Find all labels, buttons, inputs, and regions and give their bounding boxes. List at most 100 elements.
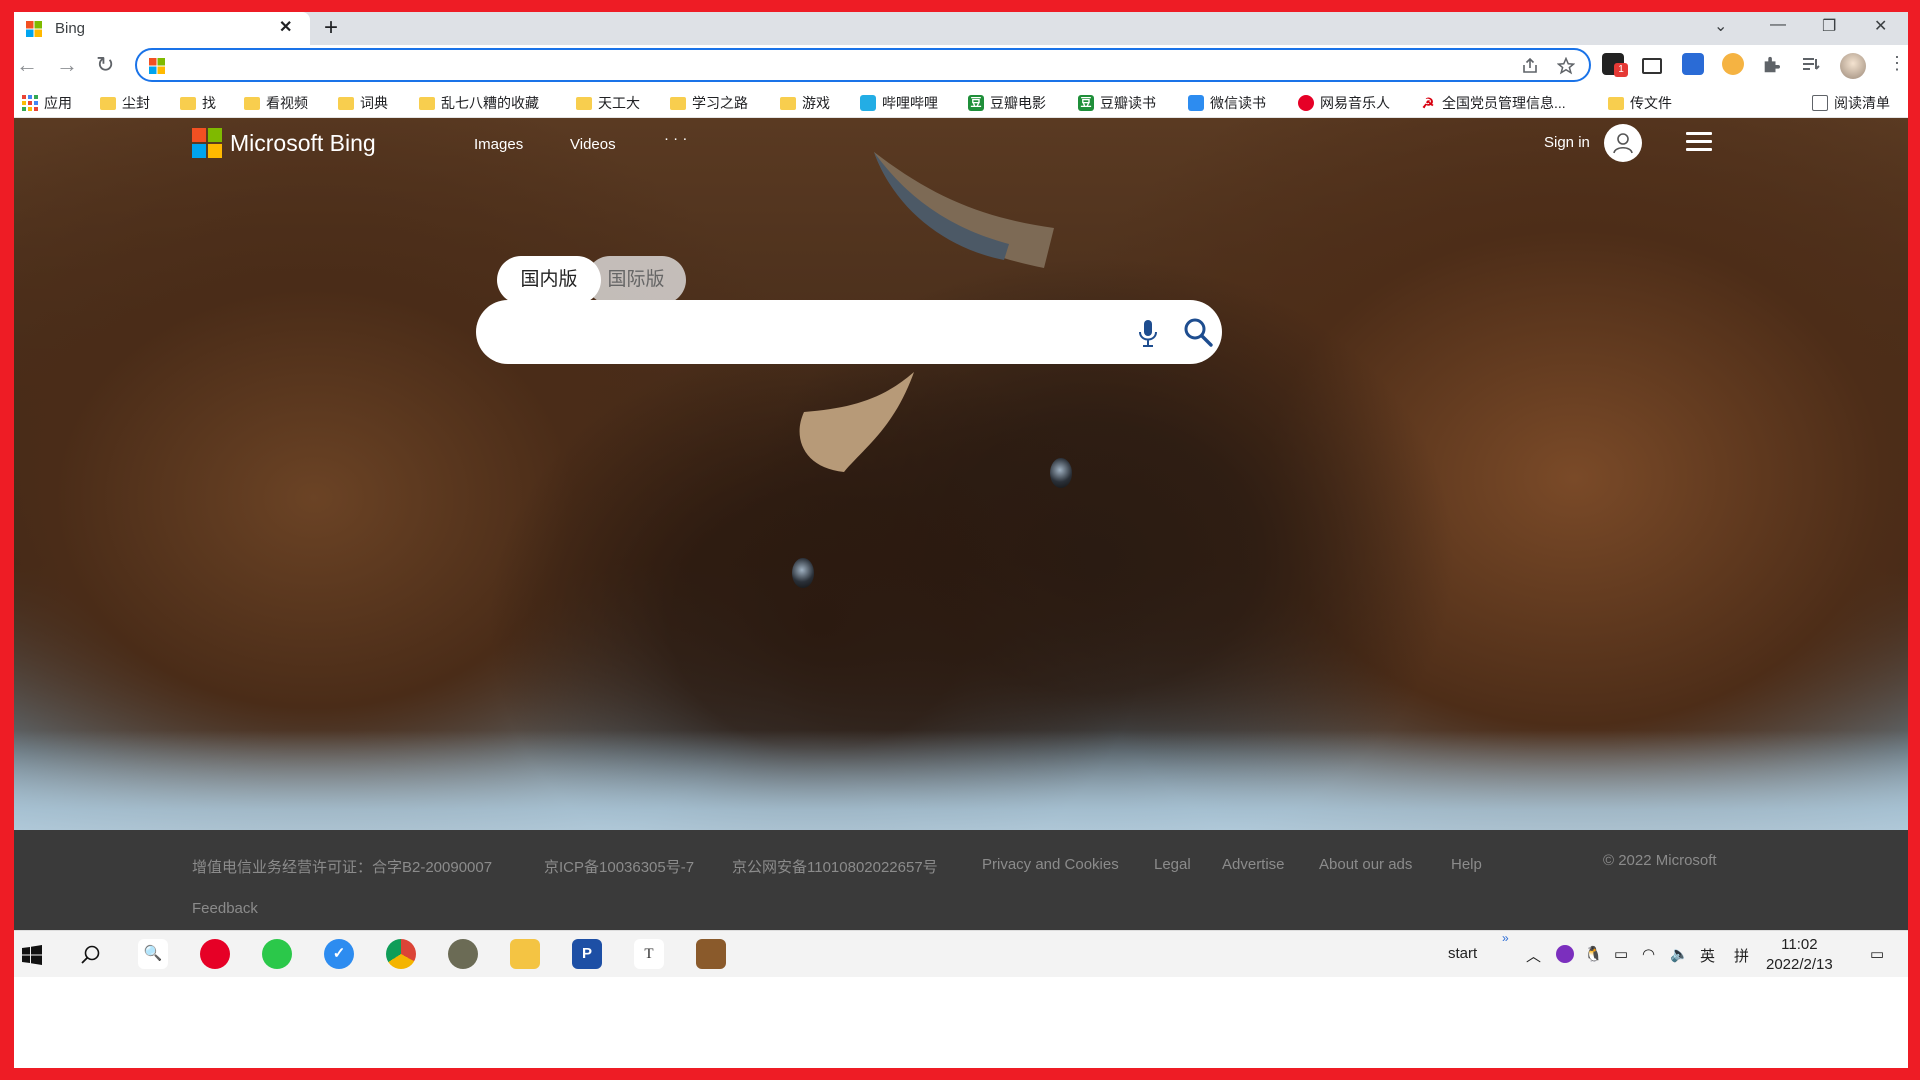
microphone-icon[interactable] [1138, 318, 1158, 348]
search-input[interactable] [502, 318, 1106, 348]
windows-taskbar: 🔍 ✓ P T start » ︿ 🐧 ▭ ◠ 🔈 英 拼 11:02 2022… [14, 930, 1908, 977]
vpn-app-icon[interactable]: ✓ [324, 939, 354, 969]
minimize-button[interactable]: — [1770, 16, 1786, 34]
typora-icon[interactable]: T [634, 939, 664, 969]
search-box[interactable] [476, 300, 1222, 364]
show-hidden-icons-icon[interactable]: ︿ [1526, 945, 1541, 966]
wifi-icon[interactable]: ◠ [1642, 945, 1655, 963]
reading-mode-icon[interactable] [1802, 57, 1820, 73]
menu-kebab-icon[interactable]: ⋮ [1888, 53, 1906, 74]
footer-about-ads-link[interactable]: About our ads [1319, 856, 1412, 873]
bookmark-star-icon[interactable] [1557, 57, 1575, 75]
tray-start-label[interactable]: start [1448, 945, 1477, 962]
bookmark-apps[interactable]: 应用 [22, 93, 72, 113]
ime-indicator[interactable]: 拼 [1734, 945, 1749, 966]
bookmark-weread[interactable]: 微信读书 [1188, 93, 1266, 113]
volume-icon[interactable]: 🔈 [1670, 945, 1689, 963]
user-avatar-icon[interactable] [1604, 124, 1642, 162]
tab-bing[interactable]: Bing ✕ [14, 12, 310, 45]
footer-help-link[interactable]: Help [1451, 856, 1482, 873]
bookmark-label: 传文件 [1630, 95, 1672, 111]
vpn-tray-icon[interactable] [1556, 945, 1574, 963]
bookmark-douban-movie[interactable]: 豆豆瓣电影 [968, 93, 1046, 113]
bookmark-label: 看视频 [266, 95, 308, 111]
bookmark-label: 学习之路 [692, 95, 748, 111]
netease-music-icon [1298, 95, 1314, 111]
restore-button[interactable]: ❐ [1822, 16, 1836, 36]
address-input[interactable] [177, 54, 1481, 78]
bilibili-icon [860, 95, 876, 111]
back-button[interactable]: ← [16, 52, 38, 78]
bookmark-folder[interactable]: 尘封 [100, 93, 150, 113]
nav-images[interactable]: Images [474, 136, 523, 153]
tray-expand-chevron[interactable]: » [1502, 931, 1509, 945]
user-app-icon[interactable] [448, 939, 478, 969]
nav-videos[interactable]: Videos [570, 136, 616, 153]
clock-time: 11:02 [1781, 936, 1818, 953]
bookmark-label: 微信读书 [1210, 95, 1266, 111]
profile-avatar[interactable] [1840, 53, 1866, 79]
wechat-icon[interactable] [262, 939, 292, 969]
file-explorer-icon[interactable] [510, 939, 540, 969]
bookmark-folder[interactable]: 学习之路 [670, 93, 748, 113]
bing-logo-text: Microsoft Bing [230, 129, 376, 156]
close-window-button[interactable]: ✕ [1874, 16, 1887, 36]
windows-start-icon[interactable] [22, 945, 42, 965]
bing-logo[interactable]: Microsoft Bing [192, 128, 376, 158]
tab-domestic[interactable]: 国内版 [497, 256, 601, 304]
apps-grid-icon [22, 95, 38, 111]
nav-more[interactable]: · · · [664, 130, 687, 147]
bookmark-folder[interactable]: 词典 [338, 93, 388, 113]
share-icon[interactable] [1521, 57, 1539, 75]
bookmark-netease-music[interactable]: 网易音乐人 [1298, 93, 1390, 113]
bing-homepage: Microsoft Bing Images Videos · · · Sign … [14, 118, 1908, 930]
forward-button[interactable]: → [56, 52, 78, 78]
sign-in-link[interactable]: Sign in [1544, 134, 1590, 151]
browser-window: Bing ✕ + ⌄ — ❐ ✕ ← → ↻ 1 ⋮ 应用 尘封 找 看视频 词… [14, 12, 1908, 1068]
tab-strip: Bing ✕ + ⌄ — ❐ ✕ [14, 12, 1908, 45]
hamburger-menu-icon[interactable] [1686, 132, 1712, 152]
bookmark-folder[interactable]: 看视频 [244, 93, 308, 113]
notification-center-icon[interactable]: ▭ [1870, 945, 1884, 963]
bookmark-folder[interactable]: 传文件 [1608, 93, 1672, 113]
tab-search-dropdown-icon[interactable]: ⌄ [1714, 16, 1727, 36]
footer-advertise-link[interactable]: Advertise [1222, 856, 1285, 873]
bookmark-folder[interactable]: 找 [180, 93, 216, 113]
translate-extension-icon[interactable] [1682, 53, 1704, 75]
bookmark-folder[interactable]: 乱七八糟的收藏 [419, 93, 539, 113]
new-tab-button[interactable]: + [324, 14, 338, 42]
taskbar-search-icon[interactable] [80, 944, 102, 966]
reload-button[interactable]: ↻ [96, 52, 114, 78]
address-bar[interactable] [135, 48, 1591, 82]
tab-international[interactable]: 国际版 [586, 256, 686, 304]
extension-notification-icon[interactable]: 1 [1602, 53, 1628, 77]
search-icon[interactable] [1182, 316, 1214, 348]
bookmark-party-system[interactable]: ☭ 全国党员管理信息... [1420, 93, 1566, 113]
microsoft-logo-icon [149, 58, 165, 74]
footer-privacy-link[interactable]: Privacy and Cookies [982, 856, 1119, 873]
minecraft-icon[interactable] [696, 939, 726, 969]
picture-in-picture-icon[interactable] [1642, 58, 1662, 74]
bookmark-douban-book[interactable]: 豆豆瓣读书 [1078, 93, 1156, 113]
p-app-icon[interactable]: P [572, 939, 602, 969]
netease-cloud-music-icon[interactable] [200, 939, 230, 969]
bookmark-bilibili[interactable]: 哔哩哔哩 [860, 93, 938, 113]
bookmark-folder[interactable]: 游戏 [780, 93, 830, 113]
everything-search-icon[interactable]: 🔍 [138, 939, 168, 969]
footer-police-link[interactable]: 京公网安备11010802022657号 [732, 856, 938, 877]
language-indicator[interactable]: 英 [1700, 945, 1715, 966]
footer-legal-link[interactable]: Legal [1154, 856, 1191, 873]
bookmark-label: 词典 [360, 95, 388, 111]
cookie-extension-icon[interactable] [1722, 53, 1744, 75]
qq-tray-icon[interactable]: 🐧 [1584, 945, 1603, 963]
footer-feedback-link[interactable]: Feedback [192, 900, 258, 917]
tab-close-icon[interactable]: ✕ [279, 17, 292, 37]
footer-icp-link[interactable]: 京ICP备10036305号-7 [544, 856, 694, 877]
system-clock[interactable]: 11:02 2022/2/13 [1766, 935, 1833, 975]
reading-list-button[interactable]: 阅读清单 [1812, 93, 1890, 113]
battery-icon[interactable]: ▭ [1614, 945, 1628, 963]
chrome-icon[interactable] [386, 939, 416, 969]
bookmark-folder[interactable]: 天工大 [576, 93, 640, 113]
footer-license-link[interactable]: 增值电信业务经营许可证：合字B2-20090007 [192, 856, 492, 877]
extensions-puzzle-icon[interactable] [1762, 56, 1780, 74]
